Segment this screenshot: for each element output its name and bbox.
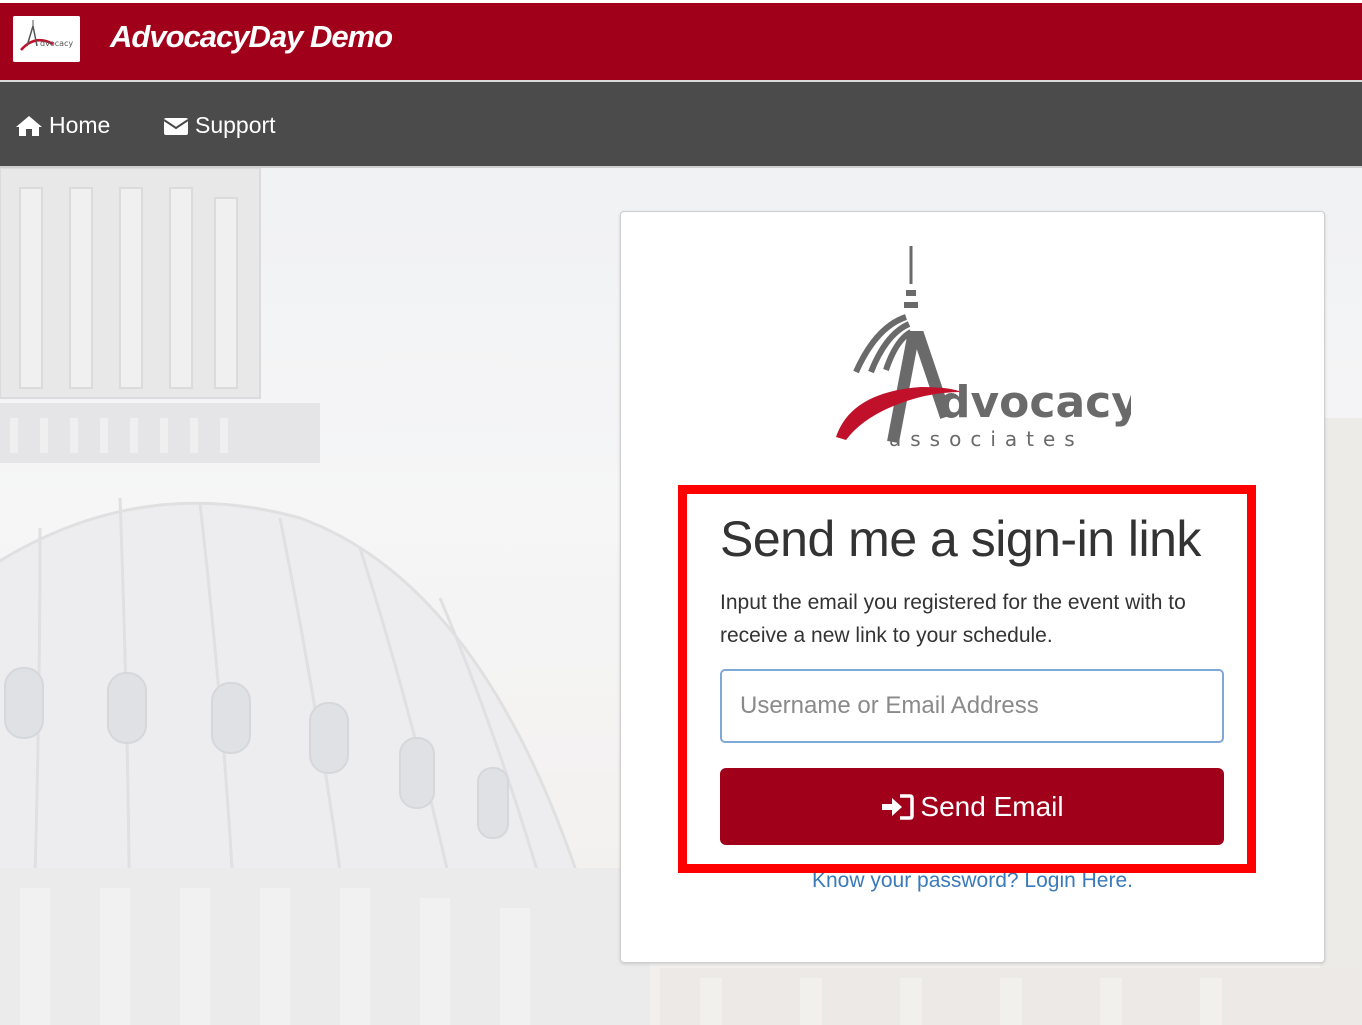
nav-support-label: Support <box>195 112 276 138</box>
signin-heading: Send me a sign-in link <box>720 511 1201 567</box>
envelope-icon <box>163 117 189 135</box>
main-navbar: Home Support <box>0 82 1362 168</box>
brand-title[interactable]: AdvocacyDay Demo <box>110 19 393 55</box>
brand-logo[interactable]: dvocacy <box>13 16 80 62</box>
nav-home-label: Home <box>49 112 111 138</box>
send-email-button[interactable]: Send Email <box>720 768 1224 845</box>
signin-description: Input the email you registered for the e… <box>720 591 1186 647</box>
sign-in-icon <box>882 793 915 820</box>
nav-home-link[interactable]: Home <box>15 112 110 139</box>
svg-text:associates: associates <box>889 427 1084 451</box>
svg-text:dvocacy: dvocacy <box>939 377 1131 428</box>
nav-support-link[interactable]: Support <box>163 112 276 139</box>
home-icon <box>16 115 42 136</box>
login-link-container: Know your password? Login Here. <box>620 869 1325 893</box>
svg-text:dvocacy: dvocacy <box>40 39 73 48</box>
top-header: dvocacy AdvocacyDay Demo <box>0 0 1362 82</box>
send-email-label: Send Email <box>920 790 1064 822</box>
advocacy-associates-logo: dvocacy associates <box>831 242 1140 452</box>
login-here-link[interactable]: Know your password? Login Here. <box>812 869 1133 892</box>
email-input[interactable] <box>720 669 1224 743</box>
